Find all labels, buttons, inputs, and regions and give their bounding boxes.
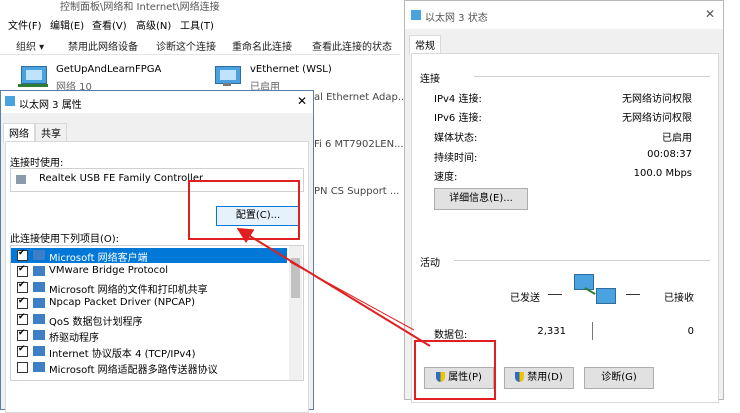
annotation-arrows (236, 227, 431, 347)
annotation-arrow-main (236, 227, 431, 347)
annotation-arrow-thin (289, 261, 415, 331)
